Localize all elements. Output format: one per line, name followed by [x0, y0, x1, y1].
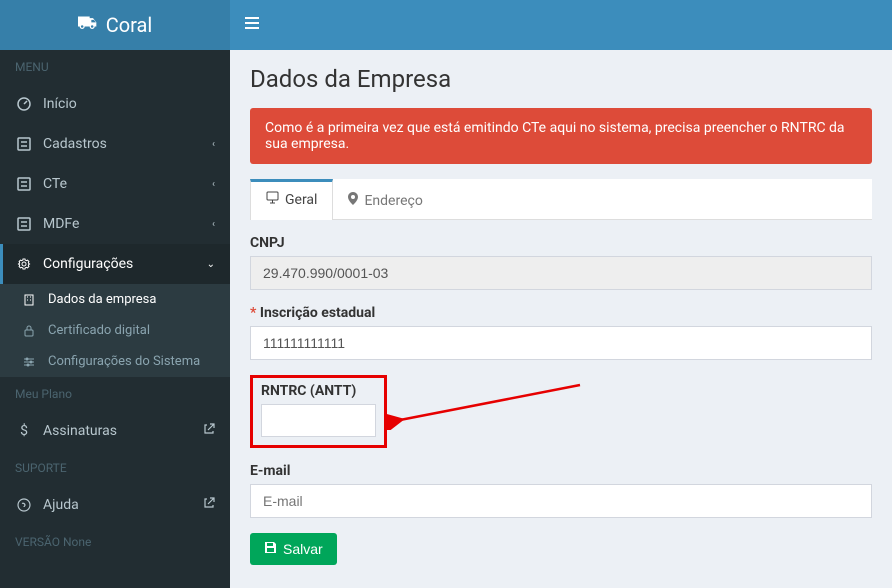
sidebar-submenu-config: Dados da empresa Certificado digital Con…: [0, 284, 230, 377]
sidebar-item-label: Assinaturas: [43, 423, 117, 439]
sidebar-item-cadastros[interactable]: Cadastros ‹: [0, 124, 230, 164]
dollar-icon: $: [15, 423, 33, 439]
desktop-icon: [266, 191, 279, 208]
sliders-icon: [20, 356, 38, 368]
rntrc-input[interactable]: [261, 404, 376, 437]
sidebar-item-cte[interactable]: CTe ‹: [0, 164, 230, 204]
suporte-section-label: SUPORTE: [0, 451, 230, 485]
sidebar-item-label: Início: [43, 96, 77, 112]
chevron-left-icon: ‹: [212, 139, 215, 150]
sidebar-item-label: Dados da empresa: [48, 292, 156, 307]
lock-icon: [20, 325, 38, 337]
sidebar-item-dados-empresa[interactable]: Dados da empresa: [0, 284, 230, 315]
sidebar-item-ajuda[interactable]: Ajuda: [0, 485, 230, 525]
tab-geral[interactable]: Geral: [250, 179, 333, 220]
tab-label: Geral: [285, 192, 317, 208]
plano-section-label: Meu Plano: [0, 377, 230, 411]
page-title: Dados da Empresa: [250, 65, 872, 93]
chevron-down-icon: ⌄: [207, 259, 215, 270]
sidebar-item-label: Certificado digital: [48, 323, 150, 338]
chevron-left-icon: ‹: [212, 219, 215, 230]
main-header: [230, 0, 892, 50]
sidebar-item-configuracoes[interactable]: Configurações ⌄: [0, 244, 230, 284]
chevron-left-icon: ‹: [212, 179, 215, 190]
tab-label: Endereço: [364, 193, 422, 209]
save-button-label: Salvar: [283, 541, 323, 557]
document-icon: [15, 177, 33, 191]
tabs: Geral Endereço: [250, 179, 872, 220]
main-content: Dados da Empresa Como é a primeira vez q…: [230, 50, 892, 588]
version-label: VERSÃO None: [0, 525, 230, 559]
sidebar-item-config-sistema[interactable]: Configurações do Sistema: [0, 346, 230, 377]
ie-label: * Inscrição estadual: [250, 305, 872, 321]
rntrc-label: RNTRC (ANTT): [261, 383, 376, 399]
sidebar: MENU Início Cadastros ‹ CTe ‹ MDFe ‹ Con…: [0, 50, 230, 588]
menu-section-label: MENU: [0, 50, 230, 84]
sidebar-item-mdfe[interactable]: MDFe ‹: [0, 204, 230, 244]
brand-logo[interactable]: Coral: [0, 0, 230, 50]
email-input[interactable]: [250, 484, 872, 518]
save-icon: [264, 541, 277, 557]
cnpj-input: [250, 256, 872, 290]
email-label: E-mail: [250, 463, 872, 479]
document-icon: [15, 217, 33, 231]
arrow-annotation-icon: [385, 380, 585, 430]
list-icon: [15, 137, 33, 151]
sidebar-item-label: Configurações: [43, 256, 133, 272]
dashboard-icon: [15, 97, 33, 111]
sidebar-item-label: Ajuda: [43, 497, 79, 513]
sidebar-item-label: MDFe: [43, 216, 79, 232]
map-marker-icon: [348, 192, 358, 209]
sidebar-item-label: Cadastros: [43, 136, 107, 152]
truck-icon: [78, 13, 98, 37]
gear-icon: [15, 257, 33, 271]
sidebar-item-certificado[interactable]: Certificado digital: [0, 315, 230, 346]
save-button[interactable]: Salvar: [250, 533, 337, 565]
menu-toggle-icon[interactable]: [245, 16, 259, 34]
cnpj-label: CNPJ: [250, 235, 872, 251]
external-link-icon: [203, 423, 215, 439]
ie-input[interactable]: [250, 326, 872, 360]
sidebar-item-label: CTe: [43, 176, 67, 192]
question-icon: [15, 498, 33, 512]
alert-warning: Como é a primeira vez que está emitindo …: [250, 108, 872, 164]
brand-name: Coral: [106, 13, 153, 37]
sidebar-item-inicio[interactable]: Início: [0, 84, 230, 124]
sidebar-item-assinaturas[interactable]: $ Assinaturas: [0, 411, 230, 451]
external-link-icon: [203, 497, 215, 513]
tab-endereco[interactable]: Endereço: [333, 179, 437, 219]
sidebar-item-label: Configurações do Sistema: [48, 354, 200, 369]
building-icon: [20, 294, 38, 306]
rntrc-highlight: RNTRC (ANTT): [250, 375, 387, 448]
